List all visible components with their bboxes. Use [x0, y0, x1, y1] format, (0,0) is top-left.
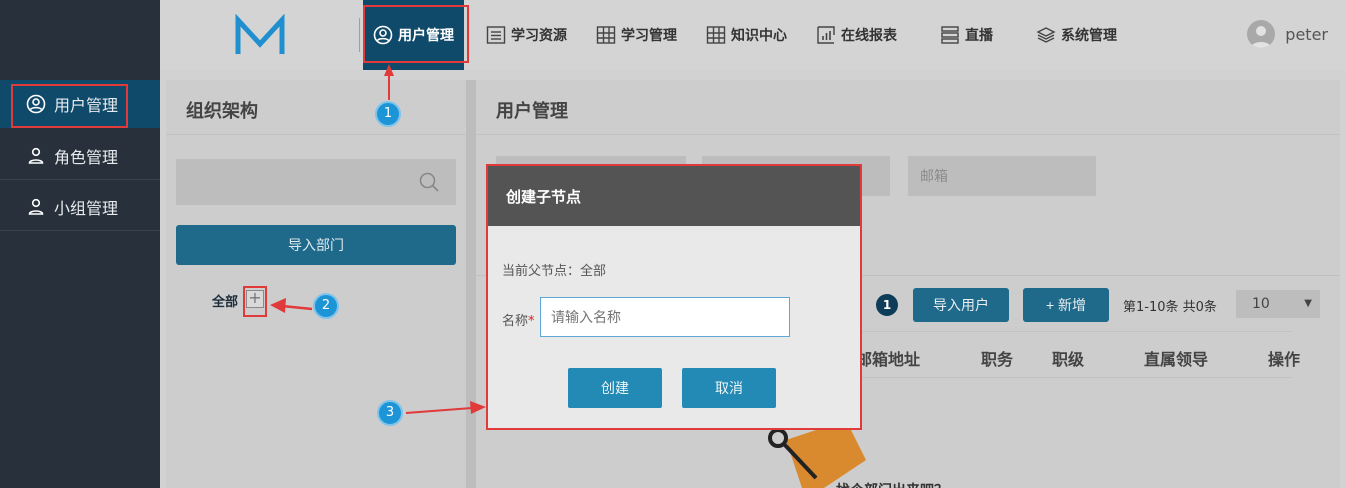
required-mark: *	[528, 314, 535, 329]
nav-tab-label: 学习管理	[621, 28, 677, 44]
layers-icon	[1036, 25, 1056, 45]
panel-title: 组织架构	[186, 101, 258, 122]
sidebar: 用户管理 角色管理 小组管理	[0, 0, 160, 488]
sidebar-item-role-management[interactable]: 角色管理	[0, 132, 160, 180]
column-header-actions[interactable]: 操作	[1268, 346, 1300, 370]
node-name-input[interactable]	[540, 297, 790, 337]
nav-tab-knowledge-center[interactable]: 知识中心	[706, 0, 787, 70]
empty-state-illustration	[756, 420, 876, 488]
panel-splitter[interactable]	[466, 80, 476, 488]
grid-icon	[596, 25, 616, 45]
sidebar-item-label: 小组管理	[54, 198, 119, 218]
username: peter	[1285, 24, 1328, 44]
create-child-node-dialog: 创建子节点 当前父节点：全部 名称* 创建 取消	[488, 166, 860, 428]
org-structure-panel: 组织架构 导入部门 全部 +	[166, 80, 466, 488]
name-label-text: 名称	[502, 314, 529, 329]
sidebar-item-label: 用户管理	[54, 96, 119, 115]
column-header-email[interactable]: 邮箱地址	[856, 346, 920, 370]
selected-count-badge: 1	[876, 294, 898, 316]
tree-node-all[interactable]: 全部	[212, 291, 238, 310]
nav-tab-label: 学习资源	[511, 28, 567, 44]
dialog-body: 当前父节点：全部 名称* 创建 取消	[488, 226, 860, 428]
callout-badge: 1	[375, 101, 401, 127]
avatar	[1247, 20, 1276, 48]
sidebar-item-label: 角色管理	[54, 147, 119, 167]
name-field-label: 名称*	[502, 310, 535, 329]
nav-tab-online-reports[interactable]: 在线报表	[816, 0, 897, 70]
sidebar-item-group-management[interactable]: 小组管理	[0, 183, 160, 231]
org-search	[176, 159, 456, 205]
top-navigation: 用户管理 学习资源 学习管理 知识中心 在线报表 直播 系统管理 peter	[160, 0, 1346, 70]
nav-tab-label: 用户管理	[398, 28, 454, 44]
grid-icon	[706, 25, 726, 45]
column-header-manager[interactable]: 直属领导	[1144, 346, 1208, 370]
import-department-button[interactable]: 导入部门	[176, 225, 456, 265]
user-menu[interactable]: peter	[1247, 20, 1328, 48]
page-size-select[interactable]: 10 ▼	[1236, 290, 1320, 318]
divider	[166, 134, 466, 135]
add-user-button[interactable]: + 新增	[1023, 288, 1109, 322]
empty-state-text: 找个部门出来吧？	[836, 480, 948, 488]
current-parent-label: 当前父节点：全部	[502, 264, 607, 279]
nav-tab-label: 在线报表	[841, 28, 897, 44]
callout-badge: 2	[313, 293, 339, 319]
nav-tab-learning-management[interactable]: 学习管理	[596, 0, 677, 70]
search-icon[interactable]	[418, 171, 440, 193]
list-doc-icon	[486, 25, 506, 45]
highlight-box	[243, 286, 267, 317]
nav-tab-user-management[interactable]: 用户管理	[363, 0, 464, 70]
nav-divider	[359, 18, 360, 52]
person-icon	[26, 197, 46, 217]
nav-tab-live[interactable]: 直播	[940, 0, 993, 70]
nav-tab-label: 系统管理	[1061, 28, 1117, 44]
person-icon	[26, 146, 46, 166]
nav-tab-system-management[interactable]: 系统管理	[1036, 0, 1117, 70]
nav-tab-label: 知识中心	[731, 28, 787, 44]
org-search-input[interactable]	[176, 159, 416, 205]
chart-icon	[816, 25, 836, 45]
callout-badge: 3	[377, 400, 403, 426]
dialog-title: 创建子节点	[488, 166, 860, 226]
panel-title: 用户管理	[496, 101, 568, 122]
divider	[856, 377, 1292, 378]
app-logo[interactable]	[232, 13, 288, 58]
user-circle-icon	[26, 94, 46, 114]
nav-tab-label: 直播	[965, 28, 993, 44]
nav-tab-learning-resources[interactable]: 学习资源	[486, 0, 567, 70]
column-header-rank[interactable]: 职级	[1052, 346, 1084, 370]
pagination-info: 第1-10条 共0条	[1123, 300, 1217, 315]
page-size-value: 10	[1252, 296, 1270, 312]
create-button[interactable]: 创建	[568, 368, 662, 408]
import-user-button[interactable]: 导入用户	[913, 288, 1009, 322]
column-header-position[interactable]: 职务	[981, 346, 1013, 370]
email-filter[interactable]: 邮箱	[908, 156, 1096, 196]
user-circle-icon	[373, 25, 393, 45]
divider	[856, 331, 1292, 332]
sidebar-item-user-management[interactable]: 用户管理	[0, 80, 160, 128]
cancel-button[interactable]: 取消	[682, 368, 776, 408]
server-icon	[940, 25, 960, 45]
divider	[476, 134, 1340, 135]
chevron-down-icon: ▼	[1304, 298, 1312, 309]
